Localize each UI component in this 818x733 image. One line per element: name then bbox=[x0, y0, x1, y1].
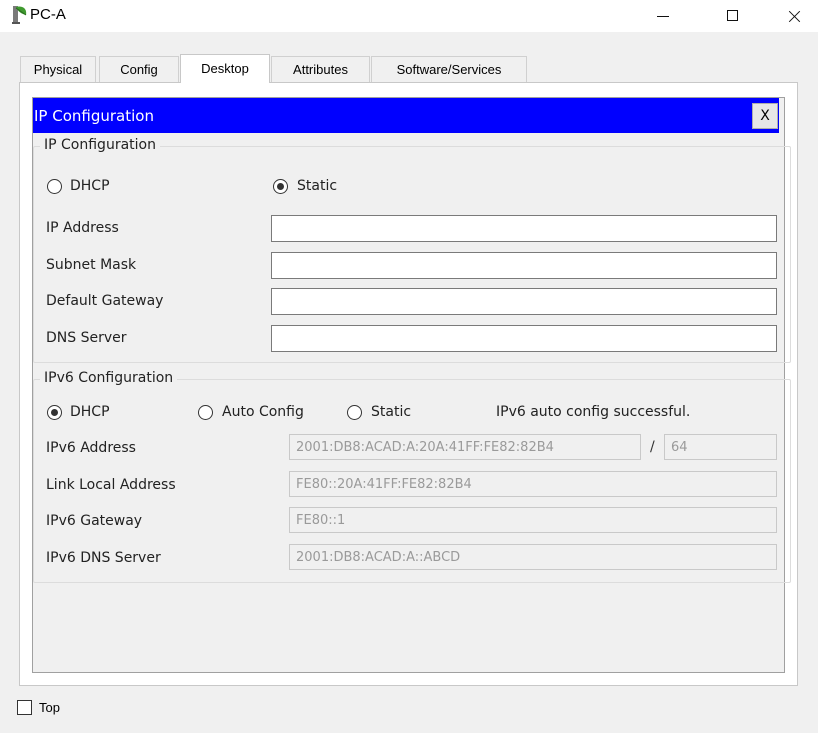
ipv6-address-value: 2001:DB8:ACAD:A:20A:41FF:FE82:82B4 bbox=[296, 440, 554, 455]
ipv6-address-label: IPv6 Address bbox=[46, 440, 136, 456]
ipv6-dhcp-radio[interactable] bbox=[47, 405, 62, 420]
ipv6-gateway-value: FE80::1 bbox=[296, 513, 346, 528]
dns-server-field[interactable] bbox=[271, 325, 777, 352]
ipv6-gateway-field[interactable]: FE80::1 bbox=[289, 507, 777, 533]
ipv4-static-label: Static bbox=[297, 178, 338, 194]
ipv6-auto-config-radio[interactable] bbox=[198, 405, 213, 420]
ipv4-dhcp-radio[interactable] bbox=[47, 179, 62, 194]
dns-server-label: DNS Server bbox=[46, 330, 127, 346]
top-label: Top bbox=[39, 700, 60, 715]
pc-leaf-icon bbox=[12, 6, 27, 24]
ipv6-static-label: Static bbox=[371, 404, 412, 420]
ipconfig-header-title: IP Configuration bbox=[34, 107, 154, 125]
ipv6-dns-server-value: 2001:DB8:ACAD:A::ABCD bbox=[296, 550, 461, 565]
ipv6-auto-config-label: Auto Config bbox=[222, 404, 304, 420]
tab-physical[interactable]: Physical bbox=[20, 56, 96, 82]
ipv6-dns-server-field[interactable]: 2001:DB8:ACAD:A::ABCD bbox=[289, 544, 777, 570]
close-window-button[interactable] bbox=[771, 0, 817, 32]
tab-software-services[interactable]: Software/Services bbox=[371, 56, 527, 82]
tab-desktop[interactable]: Desktop bbox=[180, 54, 270, 83]
ipv6-gateway-label: IPv6 Gateway bbox=[46, 513, 143, 529]
ip-address-field[interactable] bbox=[271, 215, 777, 242]
default-gateway-label: Default Gateway bbox=[46, 293, 164, 309]
ipv6-address-field[interactable]: 2001:DB8:ACAD:A:20A:41FF:FE82:82B4 bbox=[289, 434, 641, 460]
ipv4-group-title: IP Configuration bbox=[40, 137, 160, 153]
default-gateway-field[interactable] bbox=[271, 288, 777, 315]
link-local-address-field[interactable]: FE80::20A:41FF:FE82:82B4 bbox=[289, 471, 777, 497]
window-titlebar: PC-A bbox=[0, 0, 818, 32]
top-checkbox[interactable] bbox=[17, 700, 32, 715]
minimize-button[interactable] bbox=[640, 0, 686, 32]
ipv6-group-title: IPv6 Configuration bbox=[40, 370, 178, 386]
window-title: PC-A bbox=[30, 6, 66, 23]
tab-config[interactable]: Config bbox=[99, 56, 179, 82]
subnet-mask-label: Subnet Mask bbox=[46, 257, 137, 273]
link-local-address-label: Link Local Address bbox=[46, 477, 176, 493]
subnet-mask-field[interactable] bbox=[271, 252, 777, 279]
prefix-separator: / bbox=[650, 439, 655, 455]
ipv6-prefix-length-value: 64 bbox=[671, 440, 688, 455]
ip-address-label: IP Address bbox=[46, 220, 119, 236]
tab-attributes[interactable]: Attributes bbox=[271, 56, 370, 82]
ipv4-static-radio[interactable] bbox=[273, 179, 288, 194]
link-local-address-value: FE80::20A:41FF:FE82:82B4 bbox=[296, 477, 472, 492]
maximize-button[interactable] bbox=[710, 0, 756, 32]
ipconfig-header-bar: IP Configuration bbox=[33, 98, 779, 133]
ipv6-dns-server-label: IPv6 DNS Server bbox=[46, 550, 161, 566]
close-ipconfig-button[interactable]: X bbox=[752, 103, 778, 129]
ipv6-dhcp-label: DHCP bbox=[70, 404, 110, 420]
ipv6-static-radio[interactable] bbox=[347, 405, 362, 420]
ipv4-dhcp-label: DHCP bbox=[70, 178, 110, 194]
ipv6-prefix-length-field[interactable]: 64 bbox=[664, 434, 777, 460]
ipv6-status-text: IPv6 auto config successful. bbox=[496, 404, 691, 420]
